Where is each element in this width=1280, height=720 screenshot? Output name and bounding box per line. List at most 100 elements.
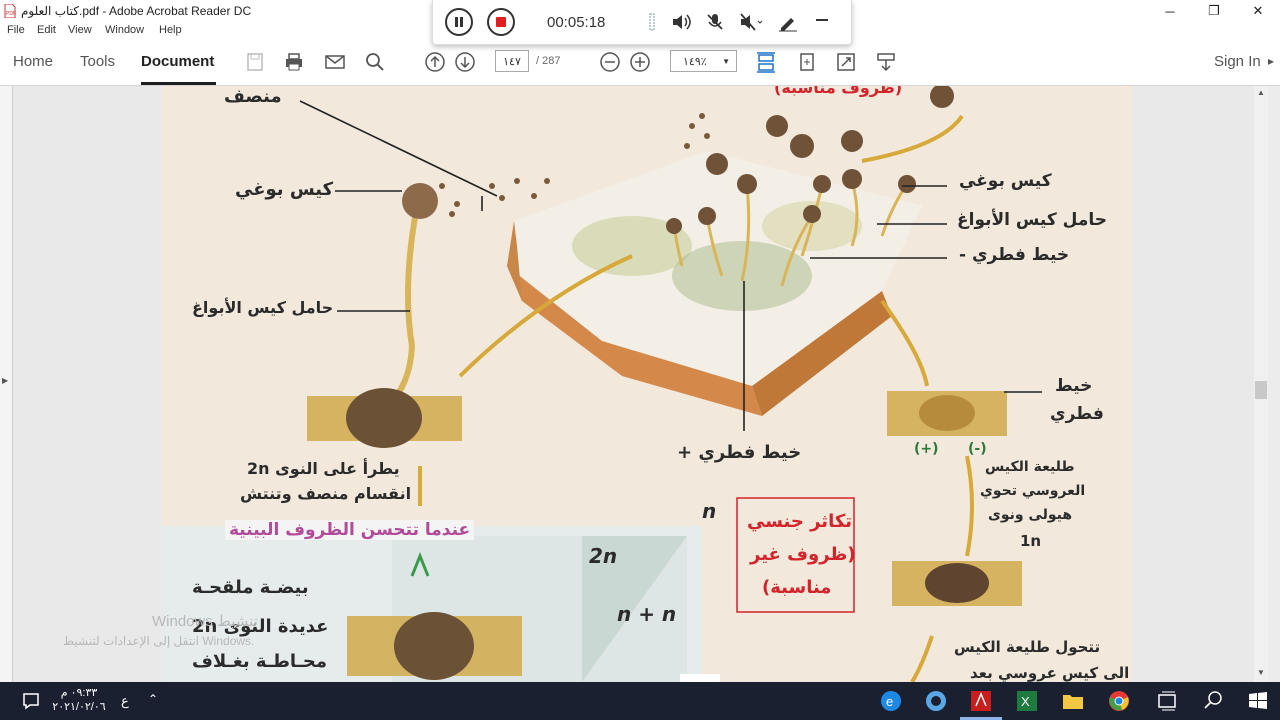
tab-home[interactable]: Home bbox=[13, 53, 53, 70]
right-side-panel bbox=[1268, 86, 1280, 682]
restore-button[interactable]: ❐ bbox=[1192, 0, 1236, 22]
windows-start-icon[interactable] bbox=[1245, 688, 1271, 714]
scroll-mode-icon[interactable] bbox=[755, 51, 777, 73]
email-icon[interactable] bbox=[324, 51, 346, 73]
chrome-icon[interactable] bbox=[1106, 688, 1132, 714]
level-meter-icon bbox=[649, 13, 655, 31]
file-explorer-icon[interactable] bbox=[1060, 688, 1086, 714]
label-improved-conditions: عندما تتحسن الظروف البينية bbox=[225, 520, 475, 540]
label-progametangium-line1: طليعة الكيس bbox=[985, 459, 1075, 475]
screen-recorder-app-icon[interactable] bbox=[923, 688, 949, 714]
recording-timer: 00:05:18 bbox=[547, 14, 606, 31]
label-sexual-reproduction-line1: تكاثر جنسي bbox=[747, 511, 853, 532]
window-title: كتاب العلوم.pdf - Adobe Acrobat Reader D… bbox=[21, 4, 252, 18]
label-sexual-reproduction-line3: مناسبة) bbox=[762, 577, 832, 598]
menu-view[interactable]: View bbox=[68, 24, 92, 36]
stop-button[interactable] bbox=[487, 8, 515, 36]
minimize-recorder-icon[interactable] bbox=[815, 18, 829, 22]
screen-recorder-bar: 00:05:18 bbox=[432, 0, 852, 45]
tab-document[interactable]: Document bbox=[141, 53, 214, 70]
system-audio-muted-icon[interactable] bbox=[739, 12, 763, 32]
label-hypha-far-line2: فطري bbox=[1050, 404, 1104, 424]
stop-icon bbox=[496, 17, 506, 27]
navigation-pane-toggle[interactable]: ▶ bbox=[0, 86, 13, 682]
menu-edit[interactable]: Edit bbox=[37, 24, 56, 36]
notifications-icon[interactable] bbox=[18, 688, 44, 714]
show-hidden-icons-icon[interactable]: ⌃ bbox=[148, 692, 158, 706]
chevron-down-icon: ▼ bbox=[722, 57, 730, 66]
expand-arrow-icon: ▶ bbox=[2, 376, 9, 385]
fit-page-icon[interactable] bbox=[835, 51, 857, 73]
excel-icon[interactable]: X bbox=[1014, 688, 1040, 714]
scroll-up-icon[interactable]: ▲ bbox=[1257, 88, 1265, 97]
more-icon[interactable]: ▸ bbox=[1268, 54, 1274, 68]
sign-in-link[interactable]: Sign In bbox=[1214, 53, 1261, 70]
label-plus-strain: (+) bbox=[914, 441, 939, 457]
activation-watermark-title: Windows تنشيط bbox=[152, 613, 258, 630]
label-zygospore-line1: بيضـة ملقحـة bbox=[192, 577, 309, 598]
download-icon[interactable] bbox=[875, 51, 897, 73]
label-sporangium-left: كيس بوغي bbox=[235, 179, 334, 200]
pdf-page: منصف كيس بوغي حامل كيس الأبواغ يطرأ على … bbox=[162, 86, 1132, 682]
save-icon[interactable] bbox=[244, 51, 266, 73]
windows-taskbar: ٠٩:٣٣ م ٢٠٢١/٠٢/٠٦ ع ⌃ e X bbox=[0, 682, 1280, 720]
menu-help[interactable]: Help bbox=[159, 24, 182, 36]
microphone-muted-icon[interactable] bbox=[705, 12, 725, 32]
label-n-plus-n: n + n bbox=[617, 602, 677, 626]
label-mansif: منصف bbox=[224, 86, 282, 107]
search-icon[interactable] bbox=[364, 51, 386, 73]
label-sporangiophore-left: حامل كيس الأبواغ bbox=[192, 298, 334, 317]
zoom-out-icon[interactable] bbox=[599, 51, 621, 73]
system-clock[interactable]: ٠٩:٣٣ م ٢٠٢١/٠٢/٠٦ bbox=[50, 686, 108, 714]
svg-text:e: e bbox=[886, 694, 893, 709]
label-hypha-minus: خيط فطري - bbox=[959, 245, 1070, 265]
draw-pen-icon[interactable] bbox=[777, 12, 799, 32]
clock-time: ٠٩:٣٣ م bbox=[60, 687, 98, 699]
page-number-input[interactable]: ١٤٧ bbox=[495, 50, 529, 72]
zoom-in-icon[interactable] bbox=[629, 51, 651, 73]
menu-window[interactable]: Window bbox=[105, 24, 144, 36]
label-meiosis-line2: انقسام منصف وتنتش bbox=[240, 484, 412, 503]
pause-icon bbox=[455, 17, 463, 27]
tab-tools[interactable]: Tools bbox=[80, 53, 115, 70]
label-favorable-conditions: (ظروف مناسبة) bbox=[774, 86, 903, 97]
acrobat-reader-icon[interactable] bbox=[968, 688, 994, 714]
zoom-level-value: ١٤٩٪ bbox=[683, 56, 707, 68]
menu-file[interactable]: File bbox=[7, 24, 25, 36]
label-minus-strain: (-) bbox=[968, 441, 987, 457]
label-2n: 2n bbox=[589, 544, 618, 568]
next-page-icon[interactable] bbox=[454, 51, 476, 73]
input-language-indicator[interactable]: ع bbox=[121, 693, 129, 709]
label-gametangium-line2: الى كيس عروسي بعد bbox=[970, 664, 1130, 682]
previous-page-icon[interactable] bbox=[424, 51, 446, 73]
pause-button[interactable] bbox=[445, 8, 473, 36]
label-meiosis-line1: يطرأ على النوى 2n bbox=[247, 459, 400, 478]
label-hypha-plus: خيط فطري + bbox=[677, 442, 802, 463]
search-taskbar-icon[interactable] bbox=[1200, 688, 1226, 714]
label-hypha-far-line1: خيط bbox=[1055, 376, 1093, 396]
speaker-icon[interactable] bbox=[671, 12, 693, 32]
close-button[interactable]: ✕ bbox=[1236, 0, 1280, 22]
zoom-level-select[interactable]: ١٤٩٪ ▼ bbox=[670, 50, 737, 72]
svg-text:PDF: PDF bbox=[6, 11, 16, 17]
activation-watermark-text: انتقل إلى الإعدادات لتنشيط Windows. bbox=[63, 634, 255, 648]
label-sporangiophore-right: حامل كيس الأبواغ bbox=[957, 210, 1107, 230]
label-progametangium-line4: 1n bbox=[1020, 532, 1042, 550]
label-zygospore-line3: محـاطـة بغـلاف bbox=[192, 651, 327, 672]
label-gametangium-line1: تتحول طليعة الكيس bbox=[954, 638, 1101, 656]
label-sexual-reproduction-line2: (ظروف غير bbox=[750, 544, 856, 565]
label-sporangium-right: كيس بوغي bbox=[959, 171, 1052, 191]
svg-text:X: X bbox=[1021, 694, 1030, 709]
rotate-page-icon[interactable] bbox=[796, 51, 818, 73]
scrollbar-thumb[interactable] bbox=[1255, 381, 1267, 399]
label-progametangium-line3: هيولى ونوى bbox=[988, 507, 1073, 523]
print-icon[interactable] bbox=[283, 51, 305, 73]
task-view-icon[interactable] bbox=[1154, 688, 1180, 714]
scroll-down-icon[interactable]: ▼ bbox=[1257, 668, 1265, 677]
pdf-file-icon: PDF bbox=[4, 4, 16, 18]
page-total: / 287 bbox=[536, 55, 561, 67]
label-progametangium-line2: العروسي تحوي bbox=[980, 483, 1086, 499]
active-tab-indicator bbox=[141, 82, 216, 85]
edge-browser-icon[interactable]: e bbox=[878, 688, 904, 714]
minimize-button[interactable]: ─ bbox=[1148, 0, 1192, 22]
